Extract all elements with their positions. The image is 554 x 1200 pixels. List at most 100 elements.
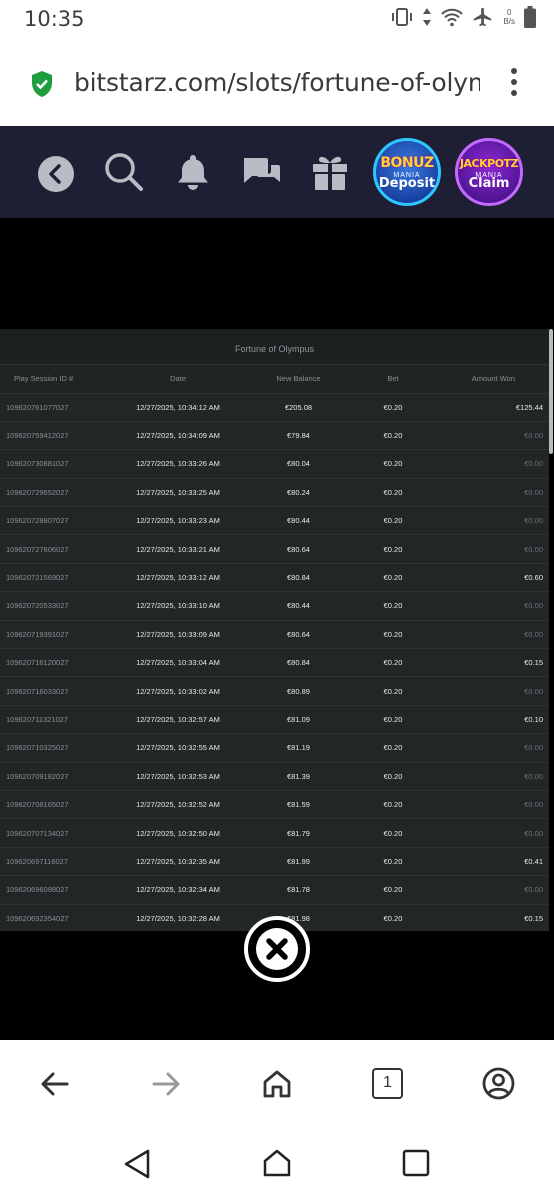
amount-won-cell: €0.00 <box>524 800 543 810</box>
new-balance-cell: €81.79 <box>287 828 310 838</box>
account-icon[interactable] <box>482 1067 515 1100</box>
column-header-session-id: Play Session ID # <box>14 374 74 384</box>
claim-label: Claim <box>468 176 510 191</box>
table-row: 109620761077027 12/27/2025, 10:34:12 AM €2… <box>0 393 549 421</box>
session-id-cell: 109620721569027 <box>6 573 69 583</box>
session-id-cell: 109620761077027 <box>6 402 69 412</box>
game-title: Fortune of Olympus <box>0 329 549 365</box>
amount-won-cell: €0.00 <box>524 516 543 526</box>
net-speed-unit: B/s <box>503 17 515 26</box>
secure-shield-icon[interactable] <box>30 70 54 98</box>
table-row: 109620720533027 12/27/2025, 10:33:10 AM €8… <box>0 591 549 620</box>
amount-won-cell: €0.00 <box>524 743 543 753</box>
date-cell: 12/27/2025, 10:34:12 AM <box>136 402 220 412</box>
jackpotz-claim-button[interactable]: JACKPOTZ MANIA Claim <box>455 138 523 206</box>
bet-cell: €0.20 <box>383 487 403 497</box>
amount-won-cell: €0.00 <box>524 459 543 469</box>
session-id-cell: 109620708165027 <box>6 800 69 810</box>
new-balance-cell: €205.08 <box>284 402 313 412</box>
status-time: 10:35 <box>24 7 85 31</box>
amount-won-cell: €0.00 <box>524 431 543 441</box>
new-balance-cell: €81.39 <box>287 771 310 781</box>
amount-won-cell: €0.00 <box>524 686 543 696</box>
session-id-cell: 109620709182027 <box>6 771 69 781</box>
bet-cell: €0.20 <box>383 856 403 866</box>
amount-won-cell: €0.00 <box>524 544 543 554</box>
chat-icon[interactable] <box>242 156 282 192</box>
home-icon[interactable] <box>262 1069 292 1099</box>
bet-cell: €0.20 <box>383 714 403 724</box>
new-balance-cell: €81.78 <box>287 885 310 895</box>
system-nav-bar <box>0 1128 554 1200</box>
back-arrow-icon[interactable] <box>41 1071 69 1097</box>
url-field[interactable]: bitstarz.com/slots/fortune-of-olymp <box>74 68 480 97</box>
amount-won-cell: €0.41 <box>524 856 543 866</box>
bet-cell: €0.20 <box>383 658 403 668</box>
amount-won-cell: €0.00 <box>524 629 543 639</box>
forward-arrow-icon[interactable] <box>152 1071 180 1097</box>
net-speed-value: 0 <box>506 8 512 17</box>
session-id-cell: 109620720533027 <box>6 601 69 611</box>
table-row: 109620711321027 12/27/2025, 10:32:57 AM €8… <box>0 705 549 733</box>
status-icons: 0 B/s <box>391 6 536 28</box>
session-id-cell: 109620707134027 <box>6 828 69 838</box>
date-cell: 12/27/2025, 10:32:52 AM <box>136 800 220 810</box>
session-id-cell: 109620716033027 <box>6 686 69 696</box>
system-home-icon[interactable] <box>262 1148 292 1178</box>
column-header-date: Date <box>170 374 186 384</box>
bet-cell: €0.20 <box>383 516 403 526</box>
bet-cell: €0.20 <box>383 686 403 696</box>
date-cell: 12/27/2025, 10:33:04 AM <box>136 658 220 668</box>
table-row: 109620708165027 12/27/2025, 10:32:52 AM €8… <box>0 790 549 818</box>
new-balance-cell: €80.04 <box>287 459 310 469</box>
bonuz-title: BONUZ <box>380 155 434 171</box>
date-cell: 12/27/2025, 10:32:50 AM <box>136 828 220 838</box>
table-row: 109620727606027 12/27/2025, 10:33:21 AM €8… <box>0 534 549 563</box>
table-row: 109620721569027 12/27/2025, 10:33:12 AM €8… <box>0 563 549 591</box>
new-balance-cell: €80.44 <box>287 601 310 611</box>
data-arrows-icon <box>423 8 432 26</box>
gift-icon[interactable] <box>311 153 349 191</box>
date-cell: 12/27/2025, 10:34:09 AM <box>136 431 220 441</box>
date-cell: 12/27/2025, 10:33:26 AM <box>136 459 220 469</box>
bet-cell: €0.20 <box>383 913 403 923</box>
net-speed: 0 B/s <box>503 8 515 26</box>
date-cell: 12/27/2025, 10:33:12 AM <box>136 573 220 583</box>
panel-scrollbar[interactable] <box>549 329 553 454</box>
date-cell: 12/27/2025, 10:33:23 AM <box>136 516 220 526</box>
bet-cell: €0.20 <box>383 431 403 441</box>
close-button[interactable] <box>244 916 310 982</box>
game-history-panel: Fortune of Olympus Play Session ID # Dat… <box>0 329 549 931</box>
bet-cell: €0.20 <box>383 459 403 469</box>
date-cell: 12/27/2025, 10:32:35 AM <box>136 856 220 866</box>
system-recents-icon[interactable] <box>402 1149 430 1177</box>
session-id-cell: 109620711321027 <box>6 714 69 724</box>
table-header-row: Play Session ID # Date New Balance Bet A… <box>0 365 549 393</box>
table-row: 109620759412027 12/27/2025, 10:34:09 AM €7… <box>0 421 549 449</box>
table-row: 109620728807027 12/27/2025, 10:33:23 AM €8… <box>0 506 549 535</box>
vibrate-icon <box>392 8 413 26</box>
close-icon <box>256 928 298 970</box>
new-balance-cell: €80.84 <box>287 573 310 583</box>
browser-menu-button[interactable] <box>510 68 518 98</box>
table-row: 109620709182027 12/27/2025, 10:32:53 AM €8… <box>0 762 549 790</box>
search-icon[interactable] <box>103 151 145 193</box>
amount-won-cell: €0.10 <box>524 714 543 724</box>
history-table: Play Session ID # Date New Balance Bet A… <box>0 365 549 931</box>
tab-switcher-button[interactable]: 1 <box>372 1068 403 1099</box>
new-balance-cell: €81.19 <box>287 743 310 753</box>
browser-url-bar: bitstarz.com/slots/fortune-of-olymp <box>0 38 554 126</box>
session-id-cell: 109620759412027 <box>6 431 69 441</box>
session-id-cell: 109620728807027 <box>6 516 69 526</box>
date-cell: 12/27/2025, 10:33:10 AM <box>136 601 220 611</box>
bet-cell: €0.20 <box>383 828 403 838</box>
system-back-icon[interactable] <box>123 1148 151 1180</box>
bell-icon[interactable] <box>176 153 210 191</box>
column-header-new-balance: New Balance <box>276 374 321 384</box>
back-icon[interactable] <box>37 155 75 193</box>
deposit-label: Deposit <box>378 176 436 191</box>
bonuz-deposit-button[interactable]: BONUZ MANIA Deposit <box>373 138 441 206</box>
column-header-amount-won: Amount Won <box>471 374 515 384</box>
session-id-cell: 109620697116027 <box>6 856 69 866</box>
battery-icon <box>524 6 536 28</box>
